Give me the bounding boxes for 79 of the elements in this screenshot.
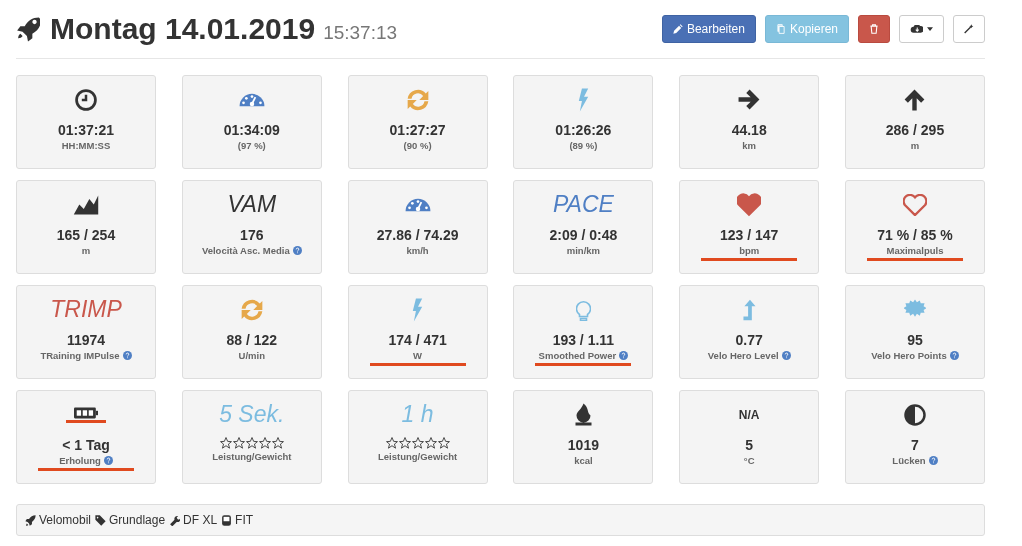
metric-value: 165 / 254: [56, 227, 116, 243]
metric-value: 7: [911, 437, 919, 453]
tag-label[interactable]: FIT: [235, 513, 254, 527]
metric-label: Velo Hero Level: [707, 350, 779, 361]
page-title: Montag 14.01.2019: [50, 12, 316, 46]
metric-label: TRaining IMPulse: [40, 350, 120, 361]
metric-value: 11974: [66, 332, 106, 348]
metric-value: 88 / 122: [226, 332, 278, 348]
device-icon: [221, 514, 233, 526]
metric-value: 01:37:21: [57, 122, 114, 138]
help-icon[interactable]: [619, 351, 629, 360]
metric-label: Velocità Asc. Media: [201, 245, 290, 256]
metric-label: (97 %): [237, 140, 266, 151]
metric-label: bpm: [739, 245, 760, 256]
metric-label: min/km: [566, 245, 600, 256]
metric-value: 5: [745, 437, 754, 453]
metric-label: Velo Hero Points: [871, 350, 947, 361]
wrench-icon: [169, 514, 181, 526]
rocket-icon: [25, 514, 36, 526]
metric-label: km: [742, 140, 757, 151]
tag-label[interactable]: Velomobil: [39, 513, 92, 527]
edit-button[interactable]: Bearbeiten: [661, 15, 756, 43]
help-icon[interactable]: [292, 246, 302, 255]
caret-icon: [927, 27, 933, 31]
metric-value: 193 / 1.11: [552, 332, 615, 348]
metric-title: N/A: [738, 407, 760, 422]
wand-icon: [964, 24, 974, 34]
tag-icon: [95, 514, 107, 526]
metric-value: 1019: [567, 437, 599, 453]
metric-label: U/min: [238, 350, 265, 361]
help-icon[interactable]: [781, 351, 791, 360]
metric-value: 01:26:26: [555, 122, 612, 138]
metric-label: km/h: [406, 245, 429, 256]
metric-value: 01:34:09: [223, 122, 280, 138]
metric-label: Leistung/Gewicht: [378, 451, 458, 462]
metric-value: 286 / 295: [885, 122, 945, 138]
metric-label: m: [910, 140, 920, 151]
help-icon[interactable]: [103, 456, 113, 465]
metric-value: < 1 Tag: [62, 437, 110, 453]
metric-value: 174 / 471: [388, 332, 447, 348]
help-icon[interactable]: [122, 351, 132, 360]
rocket-icon: [16, 16, 40, 42]
metric-title: TRIMP: [50, 296, 122, 323]
metric-label: °C: [743, 455, 755, 466]
metric-value: 01:27:27: [389, 122, 446, 138]
pencil-icon: [672, 24, 683, 34]
metric-value: 2:09 / 0:48: [549, 227, 618, 243]
time-label: 15:37:13: [323, 22, 398, 44]
help-icon[interactable]: [949, 351, 959, 360]
metric-value: 95: [907, 332, 923, 348]
metric-title: 1 h: [401, 401, 434, 428]
metric-label: W: [413, 350, 423, 361]
metric-label: (89 %): [569, 140, 598, 151]
metric-value: 0.77: [735, 332, 763, 348]
metric-label: m: [81, 245, 91, 256]
cloud-icon: [910, 25, 923, 33]
metric-value: 27.86 / 74.29: [376, 227, 459, 243]
metric-label: Maximalpuls: [886, 245, 944, 256]
cloud-dropdown-button[interactable]: [899, 15, 944, 43]
copy-icon: [775, 24, 786, 34]
help-icon[interactable]: [928, 456, 938, 465]
metric-label: HH:MM:SS: [61, 140, 111, 151]
metric-label: Lücken: [892, 455, 926, 466]
tag-label[interactable]: Grundlage: [109, 513, 166, 527]
metric-label: Erholung: [59, 455, 101, 466]
metric-label: kcal: [574, 455, 593, 466]
trash-icon: [869, 24, 879, 34]
metric-label: Leistung/Gewicht: [212, 451, 292, 462]
metric-label: Smoothed Power: [538, 350, 617, 361]
metric-value: 71 % / 85 %: [877, 227, 953, 243]
metric-value: 123 / 147: [720, 227, 779, 243]
metric-label: (90 %): [403, 140, 432, 151]
metric-title: VAM: [227, 191, 277, 218]
delete-button[interactable]: [858, 15, 890, 43]
metric-value: 176: [240, 227, 264, 243]
tag-label[interactable]: DF XL: [183, 513, 218, 527]
metric-title: 5 Sek.: [219, 401, 285, 428]
metric-title: PACE: [552, 191, 614, 218]
metric-value: 44.18: [731, 122, 767, 138]
